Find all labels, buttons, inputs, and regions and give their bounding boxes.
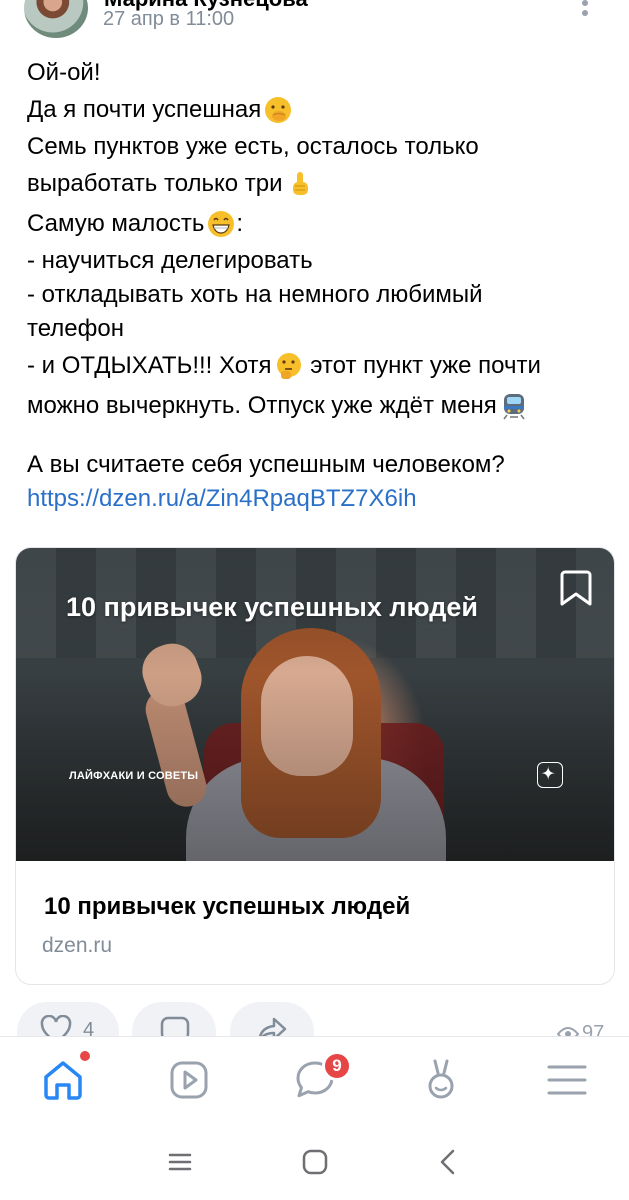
system-back-button[interactable] bbox=[428, 1142, 468, 1182]
link-card[interactable]: 10 привычек успешных людей ЛАЙФХАКИ И СО… bbox=[15, 547, 615, 985]
grinning-face-icon bbox=[206, 209, 236, 239]
avatar[interactable] bbox=[24, 0, 88, 38]
services-icon bbox=[428, 1059, 454, 1099]
menu-icon bbox=[547, 1065, 587, 1095]
dzen-logo-icon bbox=[537, 762, 563, 788]
face-with-hand-over-mouth-icon bbox=[263, 95, 293, 125]
system-navigation-bar bbox=[0, 1122, 629, 1200]
tab-home[interactable] bbox=[38, 1055, 88, 1105]
post-date[interactable]: 27 апр в 11:00 bbox=[103, 8, 234, 31]
heart-icon bbox=[40, 1015, 72, 1038]
post-header: Марина Кузнецова 27 апр в 11:00 bbox=[0, 0, 629, 45]
card-title: 10 привычек успешных людей bbox=[44, 893, 411, 920]
text-line: - научиться делегировать bbox=[27, 247, 313, 275]
system-home-button[interactable] bbox=[295, 1142, 335, 1182]
recent-apps-icon bbox=[168, 1153, 192, 1171]
tab-video[interactable] bbox=[164, 1055, 214, 1105]
more-options-button[interactable] bbox=[573, 0, 597, 24]
text-line: выработать только три bbox=[27, 164, 607, 204]
messages-badge: 9 bbox=[322, 1051, 352, 1081]
post-link[interactable]: https://dzen.ru/a/Zin4RpaqBTZ7X6ih bbox=[27, 482, 417, 516]
back-icon bbox=[440, 1149, 455, 1175]
card-category: ЛАЙФХАКИ И СОВЕТЫ bbox=[69, 770, 199, 782]
like-button[interactable]: 4 bbox=[17, 1002, 119, 1038]
video-icon bbox=[170, 1061, 208, 1099]
train-icon bbox=[499, 391, 529, 421]
text-line: А вы считаете себя успешным человеком? bbox=[27, 451, 505, 479]
text-line: Ой-ой! bbox=[27, 59, 101, 87]
share-icon bbox=[258, 1017, 287, 1038]
thinking-face-icon bbox=[274, 351, 304, 381]
share-button[interactable] bbox=[230, 1002, 314, 1038]
text-line: Да я почти успешная bbox=[27, 90, 607, 130]
text-line: - откладывать хоть на немного любимый bbox=[27, 281, 483, 309]
card-overlay-title: 10 привычек успешных людей bbox=[66, 592, 478, 622]
home-circle-icon bbox=[302, 1149, 328, 1175]
index-pointing-up-icon bbox=[285, 169, 315, 199]
text-line: https://dzen.ru/a/Zin4RpaqBTZ7X6ih bbox=[27, 482, 607, 516]
post-actions: 4 97 bbox=[0, 1002, 629, 1038]
card-domain: dzen.ru bbox=[42, 934, 113, 957]
recent-apps-button[interactable] bbox=[160, 1142, 200, 1182]
comment-icon bbox=[160, 1016, 190, 1038]
tab-services[interactable] bbox=[416, 1055, 466, 1105]
text-line: можно вычеркнуть. Отпуск уже ждёт меня bbox=[27, 386, 607, 426]
home-icon bbox=[44, 1061, 82, 1100]
card-body: 10 привычек успешных людей dzen.ru bbox=[16, 861, 614, 984]
text-line: - и ОТДЫХАТЬ!!! Хотя этот пункт уже почт… bbox=[27, 351, 541, 381]
post-text: Ой-ой! Да я почти успешная Семь пунктов … bbox=[27, 56, 607, 516]
comment-button[interactable] bbox=[132, 1002, 216, 1038]
text-line: Семь пунктов уже есть, осталось только bbox=[27, 133, 479, 161]
card-image: 10 привычек успешных людей ЛАЙФХАКИ И СО… bbox=[16, 548, 614, 861]
text-line: Самую малость : bbox=[27, 209, 244, 239]
home-notification-dot bbox=[80, 1051, 90, 1061]
tab-menu[interactable] bbox=[542, 1055, 592, 1105]
text-line: телефон bbox=[27, 315, 124, 343]
bookmark-icon[interactable] bbox=[558, 568, 594, 608]
bottom-tab-bar: 9 bbox=[0, 1036, 629, 1122]
